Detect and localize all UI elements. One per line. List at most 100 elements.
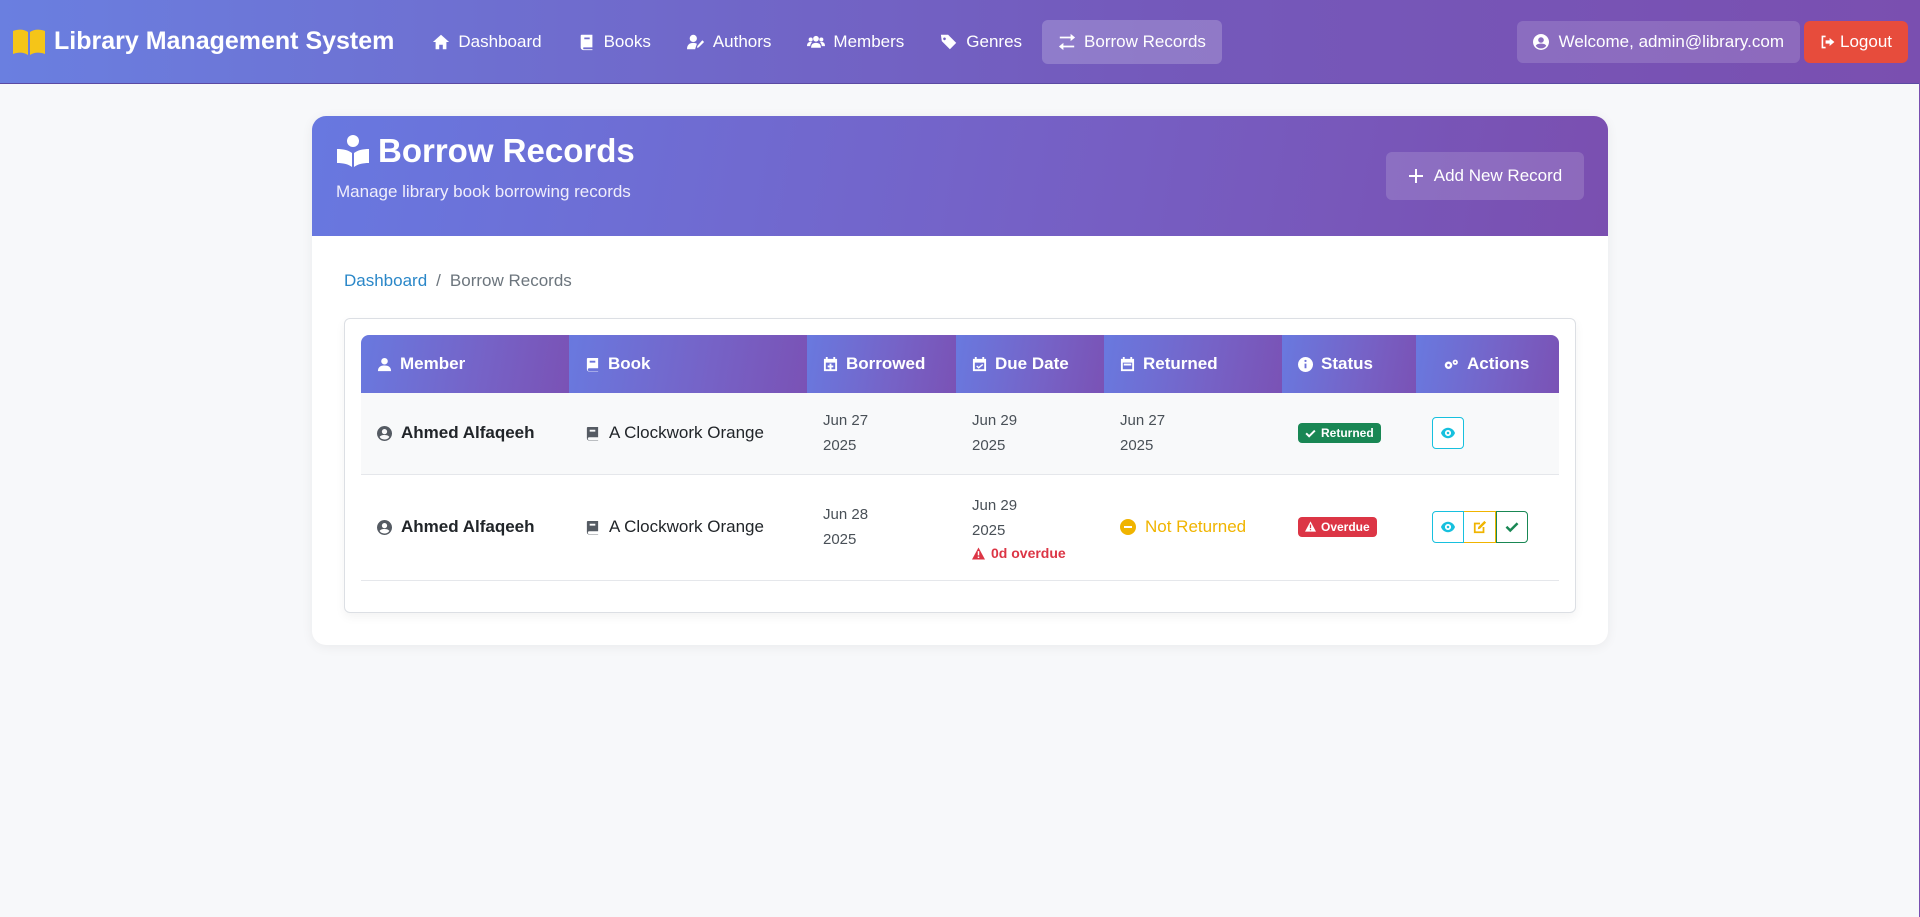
member-cell: Ahmed Alfaqeeh: [361, 393, 569, 475]
view-button[interactable]: [1432, 417, 1464, 450]
borrow-records-card: Borrow Records Manage library book borro…: [312, 116, 1608, 645]
nav-item-members[interactable]: Members: [791, 20, 920, 64]
card-header: Borrow Records Manage library book borro…: [312, 116, 1608, 236]
nav-item-label: Members: [833, 31, 905, 51]
nav-right: Welcome, admin@library.com Logout: [1516, 20, 1908, 63]
warning-icon: [1305, 521, 1316, 532]
nav-item-label: Dashboard: [458, 31, 542, 51]
page-title-text: Borrow Records: [378, 132, 635, 169]
member-name: Ahmed Alfaqeeh: [401, 423, 535, 443]
check-icon: [1505, 522, 1519, 533]
book-icon: [580, 34, 592, 50]
breadcrumb-separator: /: [436, 271, 441, 290]
logout-label: Logout: [1840, 31, 1892, 51]
book-cell: A Clockwork Orange: [569, 393, 807, 475]
nav-item-label: Genres: [966, 31, 1023, 51]
book-cell: A Clockwork Orange: [569, 474, 807, 581]
column-header-borrowed[interactable]: Borrowed: [807, 335, 956, 393]
book-icon: [586, 426, 599, 441]
book-reader-icon: [337, 135, 369, 167]
nav-links: Dashboard Books Authors Members Genres B…: [416, 0, 1226, 84]
user-circle-icon: [377, 519, 392, 535]
status-badge: Overdue: [1298, 516, 1377, 537]
cogs-icon: [1444, 359, 1458, 369]
user-circle-icon: [377, 425, 392, 441]
breadcrumb: Dashboard / Borrow Records: [344, 271, 572, 291]
page-subtitle: Manage library book borrowing records: [336, 182, 631, 201]
borrowed-date-cell: Jun 27 2025: [807, 393, 956, 475]
nav-item-borrow-records[interactable]: Borrow Records: [1042, 19, 1222, 64]
exchange-icon: [1058, 33, 1076, 50]
nav-item-genres[interactable]: Genres: [924, 20, 1038, 64]
welcome-text: Welcome, admin@library.com: [1558, 31, 1784, 51]
nav-item-books[interactable]: Books: [562, 20, 667, 64]
welcome-user[interactable]: Welcome, admin@library.com: [1516, 20, 1800, 63]
overdue-note: 0d overdue: [972, 545, 1104, 561]
returned-date-cell: Not Returned: [1104, 474, 1282, 581]
sign-out-icon: [1821, 35, 1835, 48]
check-icon: [1305, 429, 1316, 438]
column-header-status[interactable]: Status: [1282, 335, 1416, 393]
borrowed-date-cell: Jun 28 2025: [807, 474, 956, 581]
minus-circle-icon: [1120, 519, 1136, 535]
nav-item-label: Authors: [712, 31, 772, 51]
member-name: Ahmed Alfaqeeh: [401, 517, 535, 536]
tags-icon: [941, 34, 957, 49]
row-actions: [1432, 511, 1559, 543]
user-circle-icon: [1532, 33, 1549, 50]
column-header-book[interactable]: Book: [569, 335, 807, 393]
nav-item-label: Borrow Records: [1084, 31, 1206, 51]
status-cell: Returned: [1282, 393, 1416, 475]
book-title: A Clockwork Orange: [609, 517, 764, 536]
users-icon: [807, 35, 826, 48]
warning-icon: [972, 546, 985, 560]
column-header-member[interactable]: Member: [361, 335, 569, 393]
calendar-check-icon: [972, 356, 987, 371]
actions-cell: [1416, 474, 1559, 581]
breadcrumb-current: Borrow Records: [449, 271, 572, 290]
due-date-cell: Jun 29 2025: [956, 393, 1104, 475]
calendar-icon: [1120, 356, 1135, 371]
nav-item-authors[interactable]: Authors: [671, 20, 788, 64]
mark-returned-button[interactable]: [1496, 511, 1528, 543]
book-title: A Clockwork Orange: [609, 423, 764, 443]
user-icon: [377, 357, 392, 371]
table-header-row: Member Book Borrowed Due Date Returned S…: [361, 335, 1559, 393]
table-row: Ahmed Alfaqeeh A Clockwork Orange Jun 28…: [361, 474, 1559, 581]
column-header-due-date[interactable]: Due Date: [956, 335, 1104, 393]
edit-button[interactable]: [1464, 511, 1496, 543]
actions-cell: [1416, 393, 1559, 475]
brand-title: Library Management System: [54, 27, 395, 55]
home-icon: [433, 34, 450, 49]
eye-icon: [1441, 428, 1455, 439]
add-new-record-button[interactable]: Add New Record: [1386, 152, 1584, 200]
logout-button[interactable]: Logout: [1804, 20, 1908, 63]
book-open-icon: [13, 29, 45, 55]
user-pen-icon: [686, 34, 704, 49]
returned-date-cell: Jun 27 2025: [1104, 393, 1282, 475]
due-date-cell: Jun 29 2025 0d overdue: [956, 474, 1104, 581]
top-navbar: Library Management System Dashboard Book…: [0, 0, 1920, 84]
not-returned-indicator: Not Returned: [1120, 517, 1282, 537]
row-actions: [1432, 417, 1559, 450]
book-icon: [586, 520, 599, 535]
info-circle-icon: [1298, 356, 1313, 372]
nav-item-label: Books: [603, 31, 651, 51]
breadcrumb-dashboard-link[interactable]: Dashboard: [344, 271, 427, 291]
add-new-record-label: Add New Record: [1433, 166, 1563, 185]
column-header-actions: Actions: [1416, 335, 1559, 393]
status-cell: Overdue: [1282, 474, 1416, 581]
status-badge: Returned: [1298, 423, 1381, 443]
plus-icon: [1408, 169, 1423, 183]
brand[interactable]: Library Management System: [12, 27, 394, 56]
page-title: Borrow Records: [336, 132, 635, 170]
eye-icon: [1441, 521, 1455, 533]
nav-item-dashboard[interactable]: Dashboard: [416, 20, 557, 64]
calendar-plus-icon: [823, 356, 838, 371]
column-header-returned[interactable]: Returned: [1104, 335, 1282, 393]
member-cell: Ahmed Alfaqeeh: [361, 474, 569, 581]
borrow-records-table: Member Book Borrowed Due Date Returned S…: [361, 335, 1559, 581]
view-button[interactable]: [1432, 511, 1464, 543]
table-row: Ahmed Alfaqeeh A Clockwork Orange Jun 27…: [361, 393, 1559, 475]
book-icon: [586, 357, 599, 372]
